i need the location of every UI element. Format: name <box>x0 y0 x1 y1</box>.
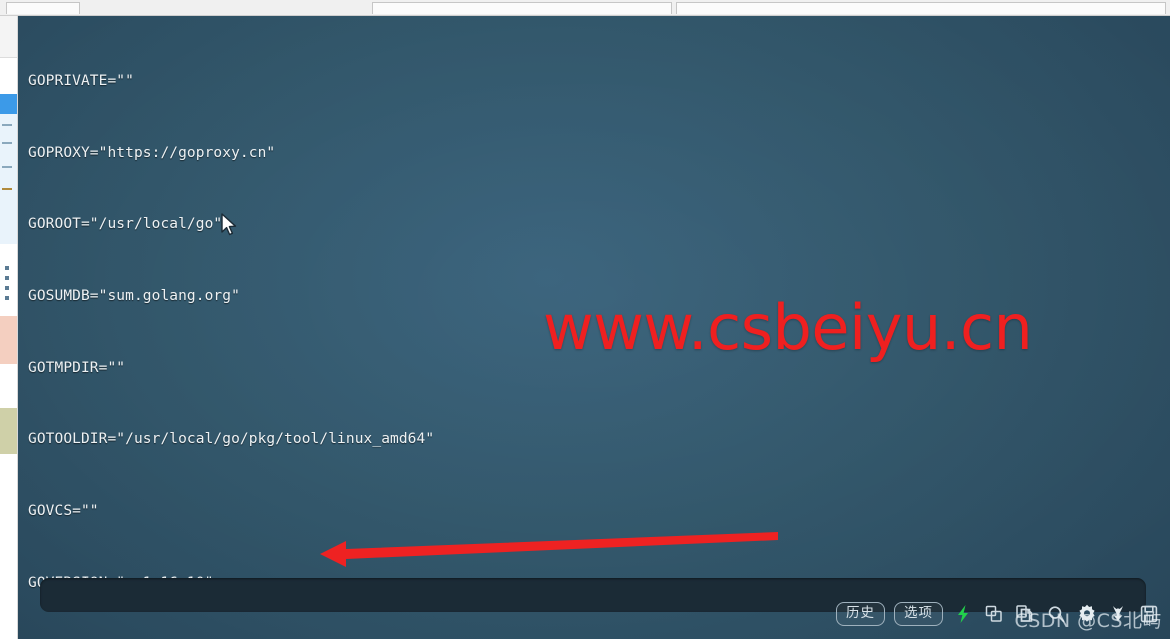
background-panel-row <box>2 124 12 126</box>
background-tab-3[interactable] <box>676 2 1166 14</box>
background-tab-2[interactable] <box>372 2 672 14</box>
history-button[interactable]: 历史 <box>836 602 885 626</box>
terminal-line: GOVCS="" <box>28 503 99 520</box>
save-window-icon[interactable] <box>1138 603 1160 625</box>
background-panel-dot <box>5 296 9 300</box>
background-panel-row <box>2 188 12 190</box>
background-file-panel-sliver <box>0 16 18 639</box>
background-panel-olive-block <box>0 408 17 454</box>
background-window-chrome <box>0 0 1170 16</box>
terminal-toolbar: 历史 选项 <box>830 597 1166 631</box>
background-panel-selected-row <box>0 94 17 114</box>
terminal-window[interactable]: GOPRIVATE="" GOPROXY="https://goproxy.cn… <box>18 16 1170 639</box>
background-panel-dot <box>5 276 9 280</box>
background-panel-header <box>0 16 17 58</box>
options-button[interactable]: 选项 <box>894 602 943 626</box>
terminal-line: GOROOT="/usr/local/go" <box>28 216 223 233</box>
background-panel-list <box>0 114 17 244</box>
search-magnifier-icon[interactable] <box>1045 603 1067 625</box>
download-arrow-icon[interactable] <box>1107 603 1129 625</box>
background-panel-warm-block <box>0 316 17 364</box>
terminal-output: GOPRIVATE="" GOPROXY="https://goproxy.cn… <box>28 22 1170 639</box>
terminal-line: GOPROXY="https://goproxy.cn" <box>28 144 276 161</box>
duplicate-icon[interactable] <box>983 603 1005 625</box>
background-panel-row <box>2 142 12 144</box>
screenshot-root: GOPRIVATE="" GOPROXY="https://goproxy.cn… <box>0 0 1170 639</box>
background-panel-row <box>2 166 12 168</box>
lightning-bolt-icon[interactable] <box>952 603 974 625</box>
background-panel-dot <box>5 286 9 290</box>
terminal-line: GOTMPDIR="" <box>28 359 126 376</box>
terminal-line: GOPRIVATE="" <box>28 72 134 89</box>
gear-icon[interactable] <box>1076 603 1098 625</box>
background-panel-dot <box>5 266 9 270</box>
paste-document-icon[interactable] <box>1014 603 1036 625</box>
terminal-line: GOSUMDB="sum.golang.org" <box>28 287 240 304</box>
terminal-line: GOTOOLDIR="/usr/local/go/pkg/tool/linux_… <box>28 431 435 448</box>
background-tab-1[interactable] <box>6 2 80 14</box>
